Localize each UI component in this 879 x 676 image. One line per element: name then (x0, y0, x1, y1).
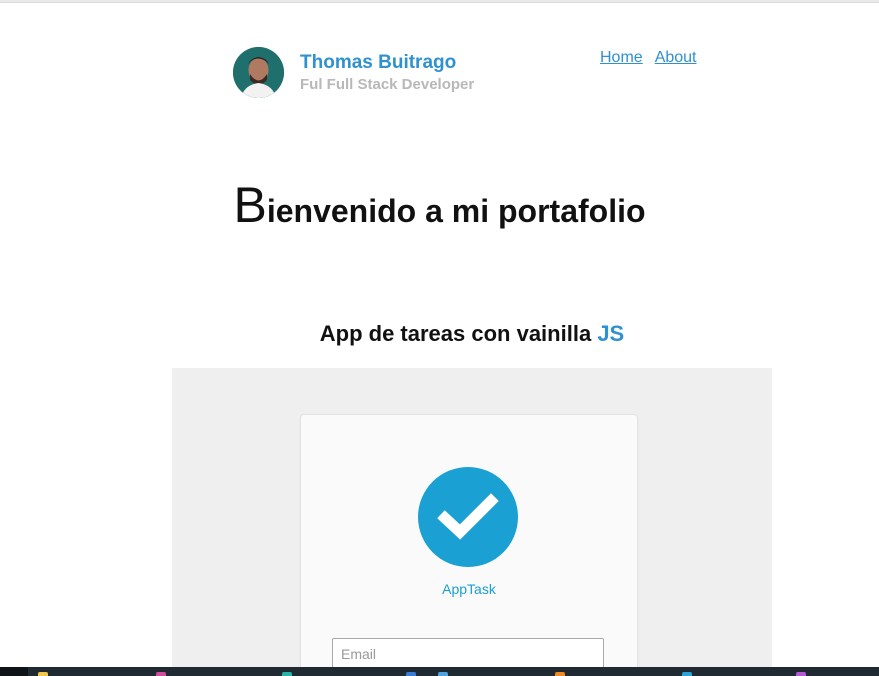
project-title-text: App de tareas con vainilla (319, 321, 592, 346)
taskbar-start-area[interactable] (0, 667, 28, 676)
app-name: AppTask (442, 581, 496, 597)
hero-drop-cap: B (233, 177, 267, 233)
site-header: Thomas Buitrago Ful Full Stack Developer… (0, 0, 879, 120)
project-title-accent: JS (597, 321, 625, 346)
nav-link-home[interactable]: Home (600, 49, 643, 67)
avatar (233, 47, 284, 98)
nav-link-about[interactable]: About (655, 49, 697, 67)
app-icon[interactable] (682, 672, 692, 676)
site-owner-role: Ful Full Stack Developer (300, 76, 475, 93)
app-icon[interactable] (282, 672, 292, 676)
login-card: AppTask (300, 414, 638, 668)
app-icon[interactable] (156, 672, 166, 676)
check-circle-icon (418, 467, 518, 567)
project-preview[interactable]: AppTask (172, 368, 772, 668)
project-title: App de tareas con vainilla JS (0, 321, 879, 347)
hero-heading: Bienvenido a mi portafolio (0, 180, 879, 230)
hero-heading-text: ienvenido a mi portafolio (266, 193, 646, 229)
app-icon[interactable] (406, 672, 416, 676)
main-nav: Home About (600, 49, 697, 67)
app-icon[interactable] (438, 672, 448, 676)
site-owner-name: Thomas Buitrago (300, 52, 457, 73)
folder-icon[interactable] (38, 672, 48, 676)
email-field[interactable] (332, 638, 604, 668)
os-taskbar (0, 667, 879, 676)
app-icon[interactable] (796, 672, 806, 676)
app-icon[interactable] (555, 672, 565, 676)
